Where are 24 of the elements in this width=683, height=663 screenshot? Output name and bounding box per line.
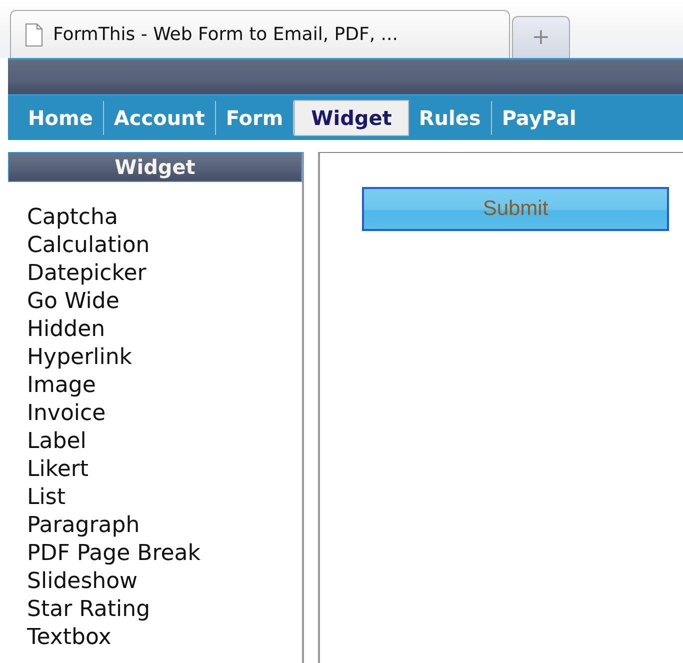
widget-item[interactable]: Likert [27,456,302,484]
widget-item[interactable]: Hyperlink [27,344,302,372]
widget-item[interactable]: Go Wide [27,288,302,316]
widget-item[interactable]: Paragraph [27,512,302,540]
page-icon [25,22,43,46]
widget-item[interactable]: Captcha [27,204,302,232]
nav-tab[interactable]: Rules [408,101,492,135]
widget-item[interactable]: List [27,484,302,512]
widget-item[interactable]: Textbox [27,624,302,652]
widget-item[interactable]: Calculation [27,232,302,260]
sidebar-header: Widget [8,152,302,182]
widget-item[interactable]: Label [27,428,302,456]
nav-tab[interactable]: Account [104,101,216,135]
nav-tab[interactable]: Widget [294,100,409,136]
widget-item[interactable]: Star Rating [27,596,302,624]
widget-item[interactable]: Datepicker [27,260,302,288]
widget-item[interactable]: Hidden [27,316,302,344]
widget-item[interactable]: Invoice [27,400,302,428]
nav-tab[interactable]: PayPal [492,101,586,135]
widget-item[interactable]: Slideshow [27,568,302,596]
widget-item[interactable]: Image [27,372,302,400]
widget-item[interactable]: PDF Page Break [27,540,302,568]
nav-tab[interactable]: Home [18,101,104,135]
browser-tab[interactable]: FormThis - Web Form to Email, PDF, ... [10,10,510,58]
